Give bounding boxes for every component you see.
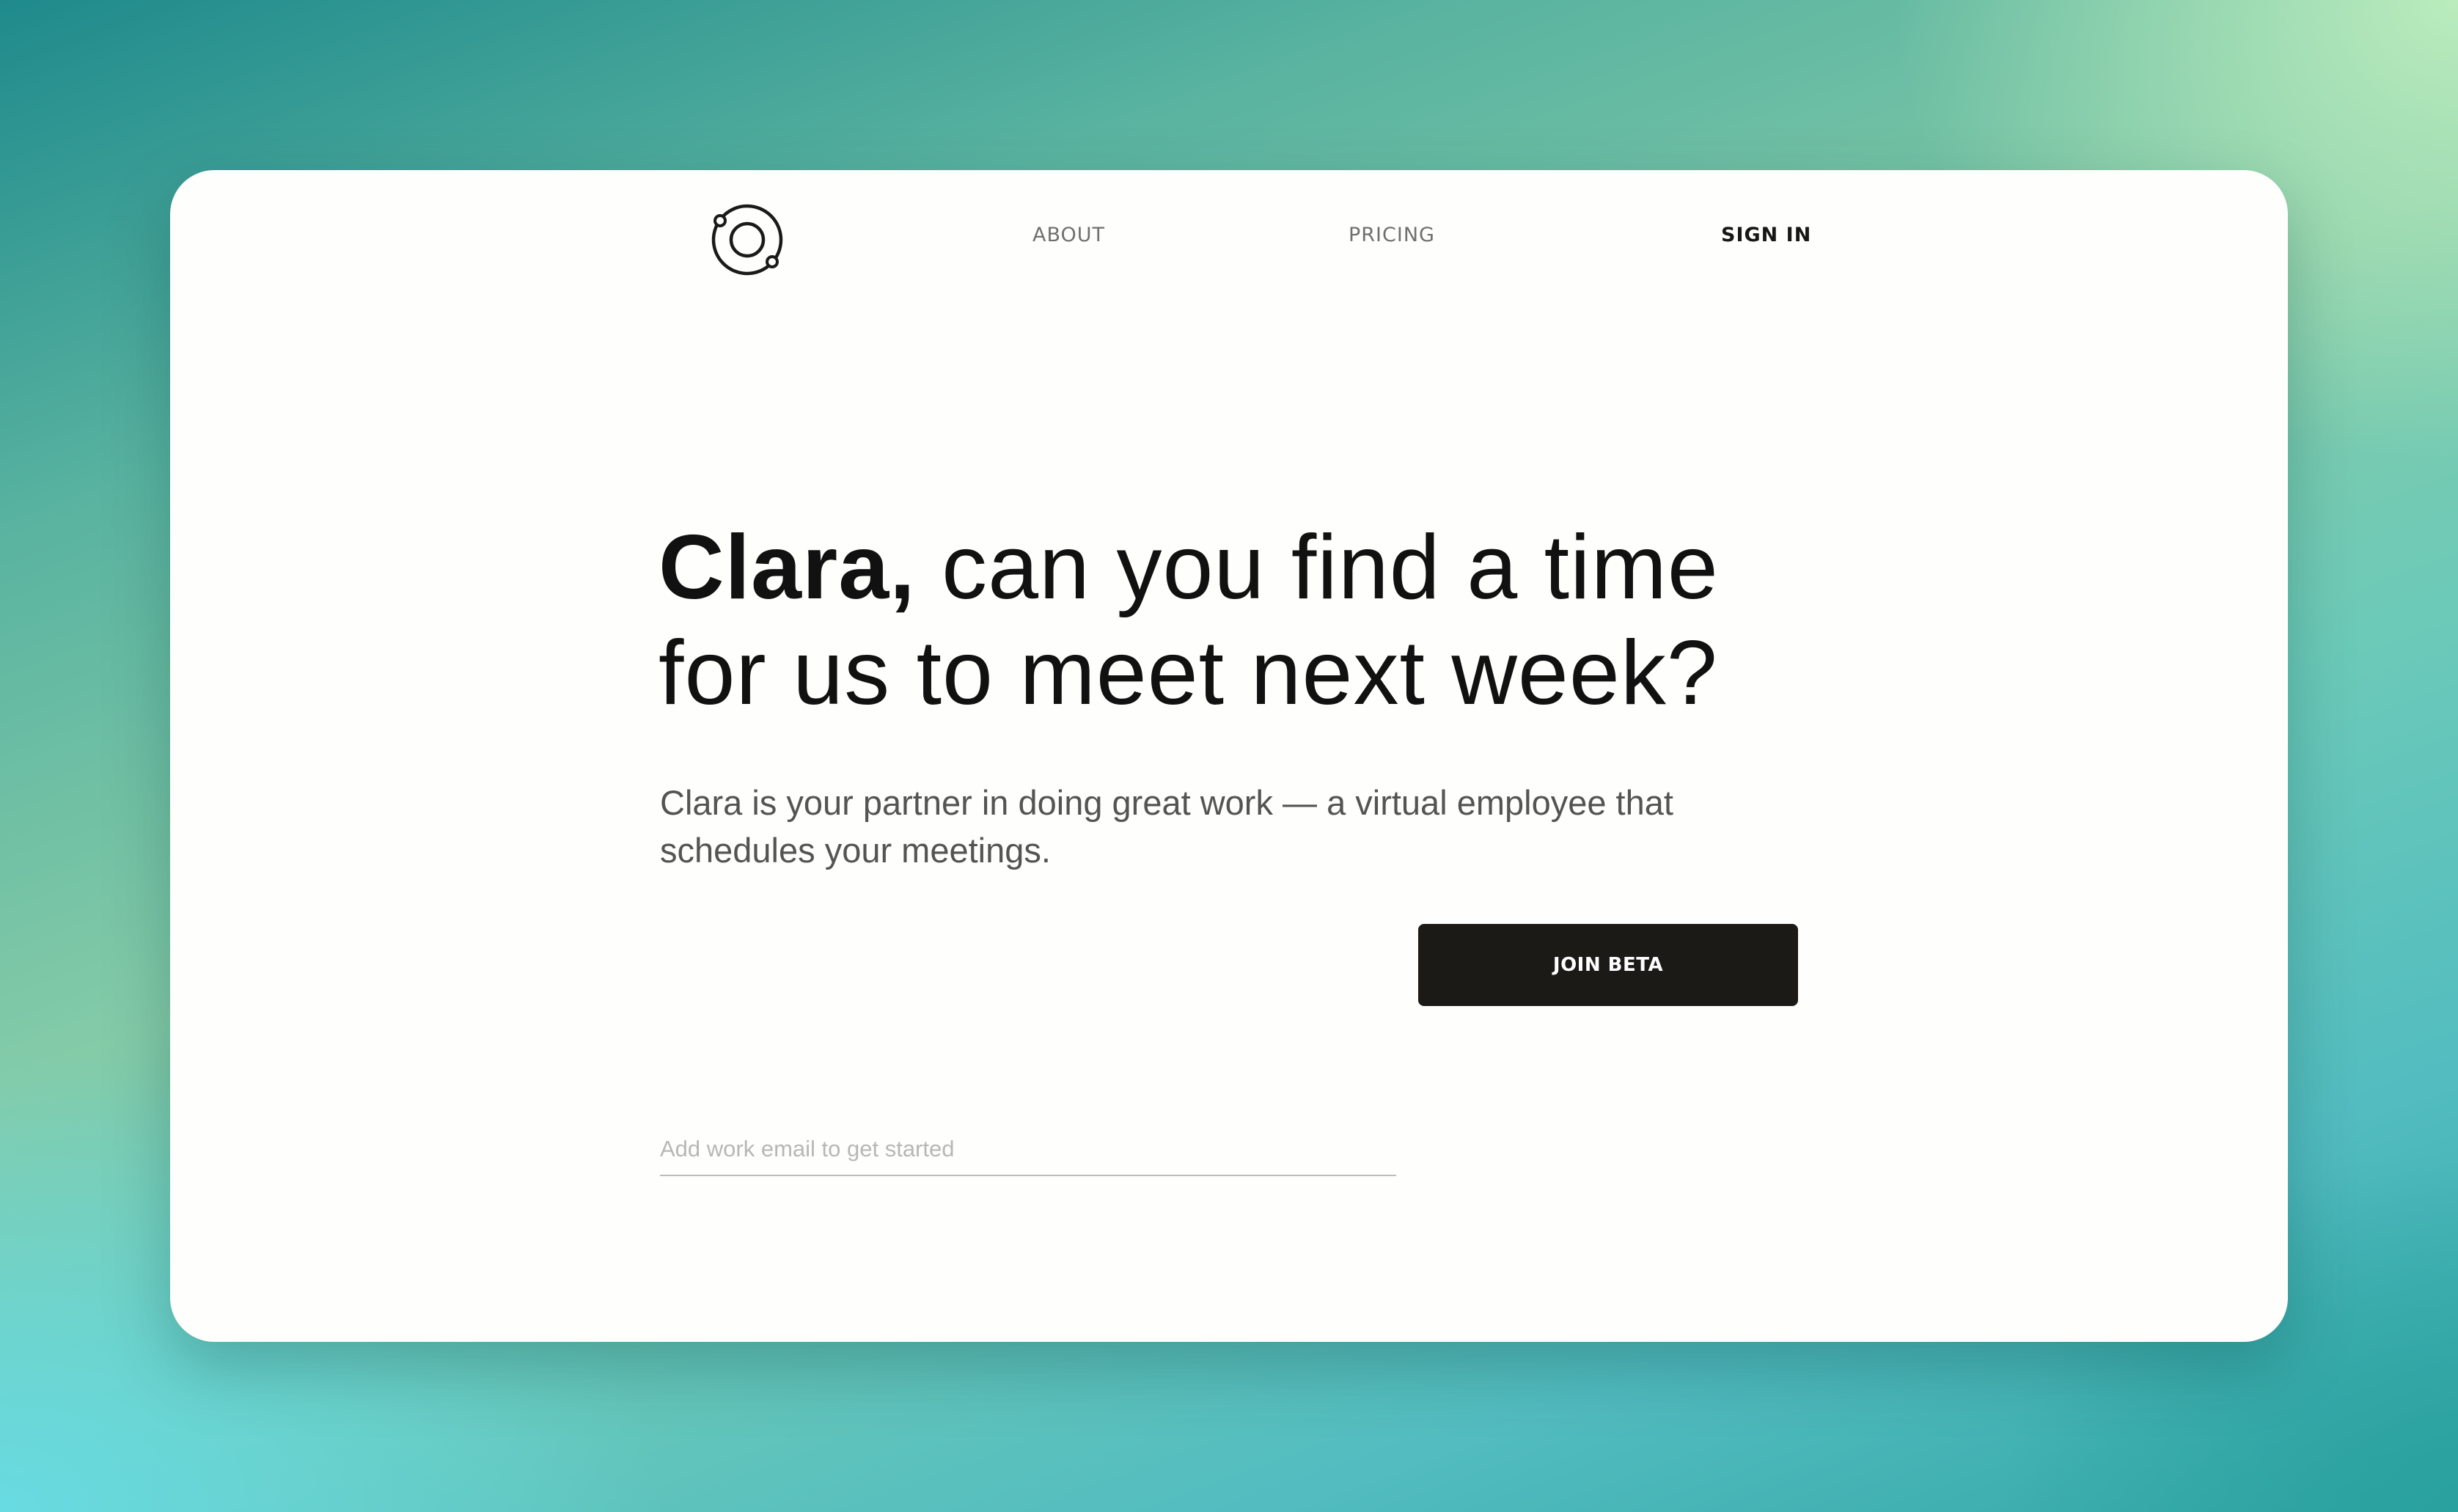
headline-strong: Clara, <box>658 517 916 618</box>
hero-subtitle: Clara is your partner in doing great wor… <box>660 783 1673 870</box>
email-input[interactable] <box>660 1123 1396 1176</box>
landing-card: ABOUT PRICING SIGN IN Clara, can you fin… <box>170 170 2288 1342</box>
nav-pricing-link[interactable]: PRICING <box>1349 170 1435 301</box>
nav-signin-link[interactable]: SIGN IN <box>1721 170 1811 301</box>
join-beta-button[interactable]: JOIN BETA <box>1418 924 1798 1006</box>
nav-about-link[interactable]: ABOUT <box>1032 170 1105 301</box>
hero-headline: Clara, can you find a time for us to mee… <box>658 515 1832 726</box>
orbit-logo-icon[interactable] <box>707 199 788 280</box>
